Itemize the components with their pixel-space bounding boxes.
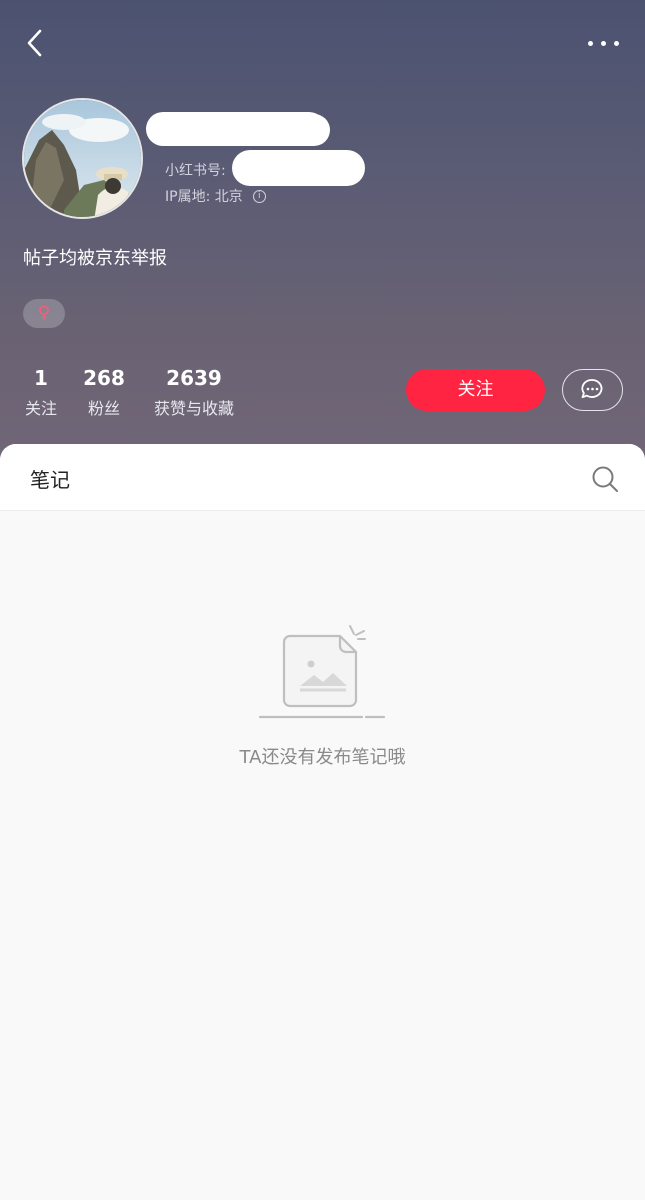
empty-state-text: TA还没有发布笔记哦 (239, 747, 406, 768)
tab-bar: 笔记 (0, 444, 645, 511)
more-horizontal-icon (588, 41, 593, 46)
stat-label: 获赞与收藏 (153, 399, 234, 418)
back-button[interactable] (18, 24, 54, 64)
stat-value: 1 (34, 366, 48, 390)
search-button[interactable] (590, 464, 620, 494)
chevron-left-icon (27, 29, 42, 57)
gender-female-icon: ♀ (23, 299, 65, 328)
stat-followers[interactable]: 268 粉丝 (82, 366, 126, 419)
stat-likes-collects[interactable]: 2639 获赞与收藏 (148, 366, 240, 419)
stat-value: 2639 (166, 366, 222, 390)
stat-following[interactable]: 1 关注 (22, 366, 60, 419)
info-icon[interactable]: i (252, 189, 266, 203)
more-dot (614, 41, 619, 46)
redbook-id-label: 小红书号: (165, 163, 226, 179)
tab-notes[interactable]: 笔记 (30, 464, 70, 493)
message-button[interactable] (562, 369, 623, 411)
follow-button[interactable]: 关注 (406, 369, 545, 411)
chat-bubble-icon (581, 379, 603, 399)
more-options-button[interactable] (578, 28, 628, 58)
notes-panel: 笔记 TA还没有发布笔记哦 (0, 444, 645, 1200)
stat-label: 关注 (24, 399, 57, 418)
username-redacted (250, 114, 330, 146)
bio-text: 帖子均被京东举报 (23, 248, 167, 269)
avatar-photo (24, 100, 141, 217)
empty-document-icon (256, 622, 388, 722)
ip-location: IP属地: 北京 i (165, 186, 266, 206)
ip-location-text: IP属地: 北京 (165, 189, 243, 205)
redbook-id-redacted (232, 150, 365, 186)
stat-value: 268 (83, 366, 125, 390)
avatar[interactable] (22, 98, 143, 219)
search-icon (592, 466, 618, 492)
more-dot (601, 41, 606, 46)
profile-header: 小红书号: IP属地: 北京 i 帖子均被京东举报 ♀ 1 关注 268 粉丝 … (0, 0, 645, 470)
stat-label: 粉丝 (87, 399, 120, 418)
